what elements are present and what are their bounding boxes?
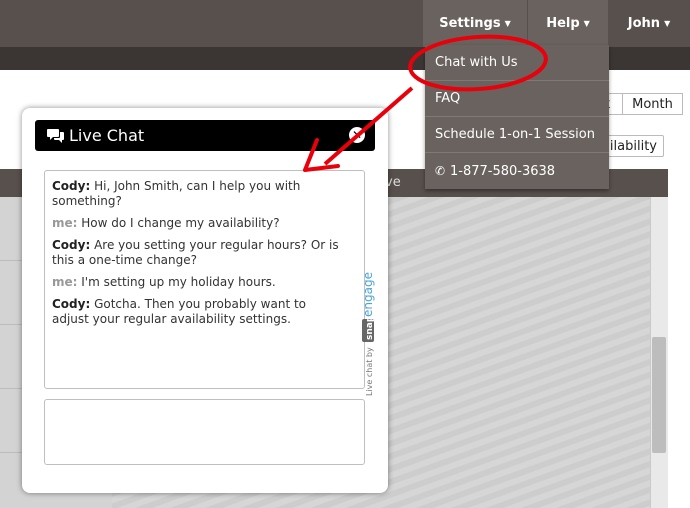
chat-message: me: I'm setting up my holiday hours. [52, 275, 342, 290]
chat-transcript: Cody: Hi, John Smith, can I help you wit… [44, 170, 365, 389]
message-text: Hi, John Smith, can I help you with some… [52, 179, 301, 208]
menu-item-faq[interactable]: FAQ [425, 81, 609, 117]
menu-item-label: FAQ [435, 91, 461, 106]
user-label: John [627, 16, 661, 31]
user-menu[interactable]: John ▼ [608, 0, 690, 47]
chat-message: Cody: Are you setting your regular hours… [52, 238, 342, 268]
snapengage-brand[interactable]: Live chat by snap engage [358, 248, 378, 398]
menu-item-schedule-session[interactable]: Schedule 1-on-1 Session [425, 117, 609, 153]
brand-prefix: Live chat by [365, 347, 374, 396]
chat-titlebar[interactable]: Live Chat ✕ [35, 120, 375, 151]
menu-item-label: 1-877-580-3638 [450, 164, 556, 179]
chat-message: Cody: Gotcha. Then you probably want to … [52, 297, 342, 327]
message-sender: Cody: [52, 297, 91, 311]
help-dropdown: Chat with Us FAQ Schedule 1-on-1 Session… [425, 45, 609, 189]
message-sender: me: [52, 216, 78, 230]
message-text: How do I change my availability? [77, 216, 280, 230]
chevron-down-icon: ▼ [583, 19, 590, 28]
message-text: I'm setting up my holiday hours. [77, 275, 276, 289]
menu-item-phone[interactable]: ✆ 1-877-580-3638 [425, 153, 609, 189]
live-chat-panel: Live Chat ✕ Cody: Hi, John Smith, can I … [22, 108, 388, 493]
message-text: Are you setting your regular hours? Or i… [52, 238, 339, 267]
close-icon[interactable]: ✕ [349, 127, 365, 143]
chat-message-input[interactable] [44, 399, 365, 465]
chevron-down-icon: ▼ [504, 19, 511, 28]
month-toggle-label: Month [632, 97, 673, 112]
chat-message: me: How do I change my availability? [52, 216, 342, 231]
settings-label: Settings [439, 16, 501, 31]
menu-item-label: Chat with Us [435, 55, 518, 70]
phone-icon: ✆ [435, 164, 446, 178]
brand-snap: snap [365, 315, 375, 340]
message-sender: Cody: [52, 238, 91, 252]
chevron-down-icon: ▼ [664, 19, 671, 28]
month-view-toggle[interactable]: Month [622, 93, 683, 115]
menu-item-label: Schedule 1-on-1 Session [435, 127, 595, 142]
scrollbar-thumb[interactable] [652, 337, 666, 453]
chat-bubbles-icon [47, 129, 64, 143]
message-sender: Cody: [52, 179, 91, 193]
chat-message: Cody: Hi, John Smith, can I help you wit… [52, 179, 342, 209]
help-label: Help [546, 16, 580, 31]
message-text: Gotcha. Then you probably want to adjust… [52, 297, 307, 326]
menu-item-chat-with-us[interactable]: Chat with Us [425, 45, 609, 81]
message-sender: me: [52, 275, 78, 289]
brand-engage: engage [361, 272, 375, 317]
help-menu[interactable]: Help ▼ [528, 0, 608, 47]
settings-menu[interactable]: Settings ▼ [423, 0, 527, 47]
availability-button-label: ailability [601, 139, 657, 154]
chat-title: Live Chat [69, 126, 145, 145]
